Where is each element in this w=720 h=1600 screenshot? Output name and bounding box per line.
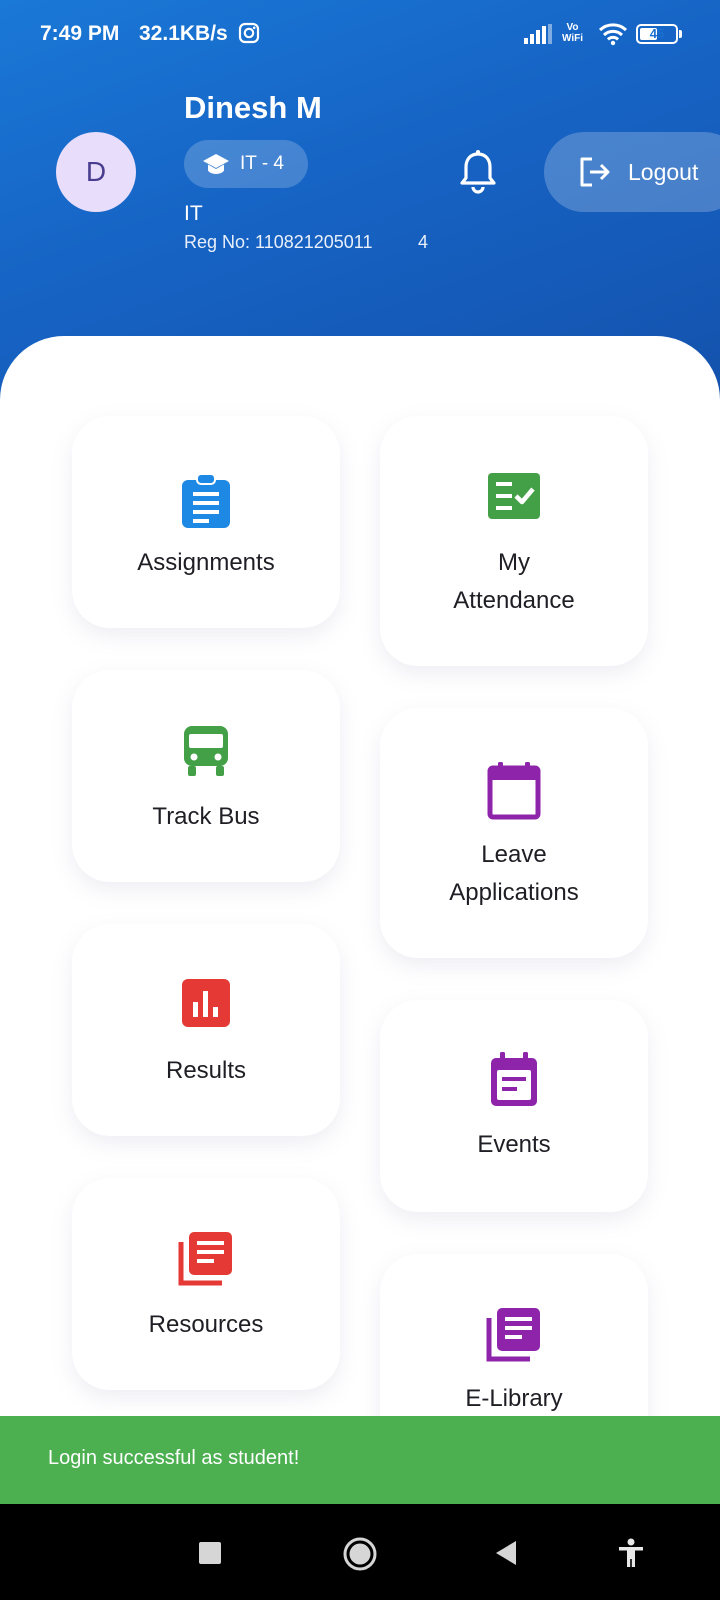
status-bar: 7:49 PM 32.1KB/s Vo WiFi 45 <box>0 0 720 70</box>
notifications-bell-icon[interactable] <box>458 150 498 199</box>
tile-label-line1: Leave <box>481 841 547 868</box>
class-chip: IT - 4 <box>184 140 308 188</box>
logout-button[interactable]: Logout <box>544 132 720 212</box>
department: IT <box>184 202 203 225</box>
tile-e-library[interactable]: E-Library <box>380 1254 648 1416</box>
tile-label-line2: Attendance <box>453 587 575 614</box>
event-note-icon <box>380 1052 648 1108</box>
bus-icon <box>72 724 340 776</box>
home-icon[interactable] <box>342 1536 378 1577</box>
login-snackbar: Login successful as student! <box>0 1416 720 1504</box>
graduation-cap-icon <box>202 152 230 181</box>
checklist-icon <box>380 472 648 520</box>
library-books-icon <box>380 1306 648 1362</box>
tile-leave-applications[interactable]: Leave Applications <box>380 708 648 958</box>
back-icon[interactable] <box>494 1540 518 1571</box>
tile-my-attendance[interactable]: My Attendance <box>380 416 648 666</box>
accessibility-icon[interactable] <box>616 1538 646 1573</box>
tile-label: Assignments <box>137 549 275 576</box>
tile-label: Track Bus <box>152 803 260 830</box>
registration-number: Reg No: 110821205011 <box>184 232 373 252</box>
tile-events[interactable]: Events <box>380 1000 648 1212</box>
vowifi-indicator: Vo WiFi <box>562 22 583 44</box>
tile-label: Results <box>165 1057 247 1084</box>
tile-label-line1: My <box>498 549 530 576</box>
battery-level: 45 <box>649 26 665 41</box>
class-chip-label: IT - 4 <box>240 153 284 174</box>
tile-label: Resources <box>148 1311 264 1338</box>
dashboard-grid: Assignments Track Bus Results Resources … <box>0 336 720 1416</box>
vowifi-line2: WiFi <box>562 33 584 44</box>
cell-signal-icon <box>524 24 554 49</box>
wifi-icon <box>598 22 628 51</box>
tile-resources[interactable]: Resources <box>72 1178 340 1390</box>
tile-label: Events <box>477 1131 551 1158</box>
instagram-icon <box>238 22 260 49</box>
snackbar-message: Login successful as student! <box>48 1447 300 1469</box>
avatar: D <box>56 132 136 212</box>
status-time: 7:49 PM <box>40 22 120 45</box>
status-network-speed: 32.1KB/s <box>139 22 228 45</box>
clipboard-list-icon <box>72 474 340 528</box>
tile-label-line2: Applications <box>449 879 579 906</box>
logout-icon <box>578 156 612 193</box>
student-name: Dinesh M <box>184 90 322 125</box>
calendar-icon <box>380 762 648 820</box>
recents-icon[interactable] <box>199 1542 221 1564</box>
vowifi-line1: Vo <box>566 22 579 33</box>
tile-assignments[interactable]: Assignments <box>72 416 340 628</box>
system-nav-bar <box>0 1504 720 1600</box>
tile-label: E-Library <box>465 1385 563 1412</box>
tile-track-bus[interactable]: Track Bus <box>72 670 340 882</box>
tile-results[interactable]: Results <box>72 924 340 1136</box>
logout-label: Logout <box>628 159 699 185</box>
bar-chart-icon <box>72 978 340 1028</box>
battery-icon: 45 <box>636 24 678 44</box>
semester: 4 <box>418 232 429 252</box>
library-books-icon <box>72 1230 340 1286</box>
